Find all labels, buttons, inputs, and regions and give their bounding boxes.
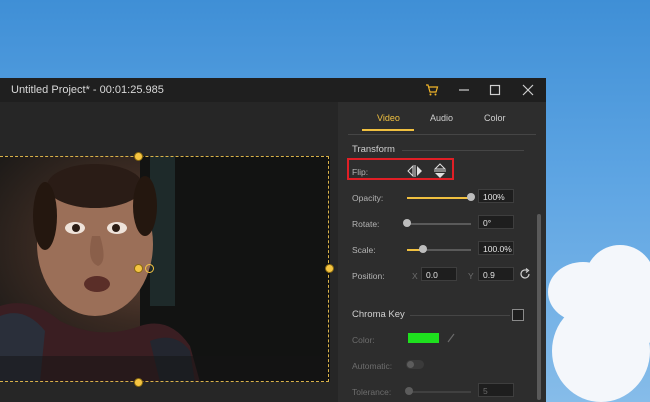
tolerance-field[interactable]: 5	[478, 383, 514, 397]
position-x-label: X	[412, 271, 418, 281]
position-y-field[interactable]: 0.9	[478, 267, 514, 281]
title-bar: Untitled Project* - 00:01:25.985	[0, 78, 546, 102]
active-tab-indicator	[362, 129, 414, 131]
cart-icon[interactable]	[416, 78, 446, 102]
tab-video[interactable]: Video	[377, 113, 400, 123]
selection-border[interactable]	[0, 156, 329, 382]
chroma-key-heading: Chroma Key	[352, 309, 405, 320]
close-icon[interactable]	[513, 78, 543, 102]
chroma-color-swatch[interactable]	[408, 333, 439, 343]
tolerance-slider-track[interactable]	[407, 391, 471, 393]
transform-divider	[402, 150, 524, 151]
editor-window: Untitled Project* - 00:01:25.985 Video A…	[0, 78, 546, 402]
chroma-key-divider	[410, 315, 510, 316]
chroma-color-label: Color:	[352, 335, 375, 345]
scale-label: Scale:	[352, 245, 376, 255]
resize-handle-top[interactable]	[134, 152, 143, 161]
tab-color[interactable]: Color	[484, 113, 506, 123]
scale-field[interactable]: 100.0%	[478, 241, 514, 255]
reset-position-icon[interactable]	[518, 267, 532, 281]
minimize-icon[interactable]	[449, 78, 479, 102]
tolerance-slider-knob[interactable]	[405, 387, 413, 395]
automatic-toggle[interactable]	[406, 360, 424, 369]
resize-handle-right[interactable]	[325, 264, 334, 273]
tab-divider	[348, 134, 536, 135]
maximize-icon[interactable]	[480, 78, 510, 102]
resize-handle-bottom[interactable]	[134, 378, 143, 387]
opacity-label: Opacity:	[352, 193, 384, 203]
rotate-slider-track[interactable]	[407, 223, 471, 225]
tab-audio[interactable]: Audio	[430, 113, 453, 123]
opacity-field[interactable]: 100%	[478, 189, 514, 203]
rotate-slider-knob[interactable]	[403, 219, 411, 227]
tolerance-label: Tolerance:	[352, 387, 392, 397]
opacity-slider-fill	[407, 197, 471, 199]
transform-heading: Transform	[352, 144, 395, 155]
video-preview	[0, 102, 338, 402]
eyedropper-icon[interactable]	[446, 332, 456, 344]
center-handle[interactable]	[134, 264, 143, 273]
chroma-key-checkbox[interactable]	[512, 309, 524, 321]
scale-slider-knob[interactable]	[419, 245, 427, 253]
flip-horizontal-icon[interactable]	[407, 164, 423, 178]
flip-vertical-icon[interactable]	[433, 163, 447, 179]
rotate-handle[interactable]	[145, 264, 154, 273]
rotate-field[interactable]: 0°	[478, 215, 514, 229]
position-label: Position:	[352, 271, 385, 281]
automatic-label: Automatic:	[352, 361, 393, 371]
rotate-label: Rotate:	[352, 219, 380, 229]
panel-scrollbar[interactable]	[537, 214, 541, 400]
opacity-slider-knob[interactable]	[467, 193, 475, 201]
properties-panel: Video Audio Color Transform Flip: Opacit…	[338, 102, 546, 402]
window-title: Untitled Project* - 00:01:25.985	[11, 84, 164, 96]
position-y-label: Y	[468, 271, 474, 281]
position-x-field[interactable]: 0.0	[421, 267, 457, 281]
flip-label: Flip:	[352, 167, 369, 177]
